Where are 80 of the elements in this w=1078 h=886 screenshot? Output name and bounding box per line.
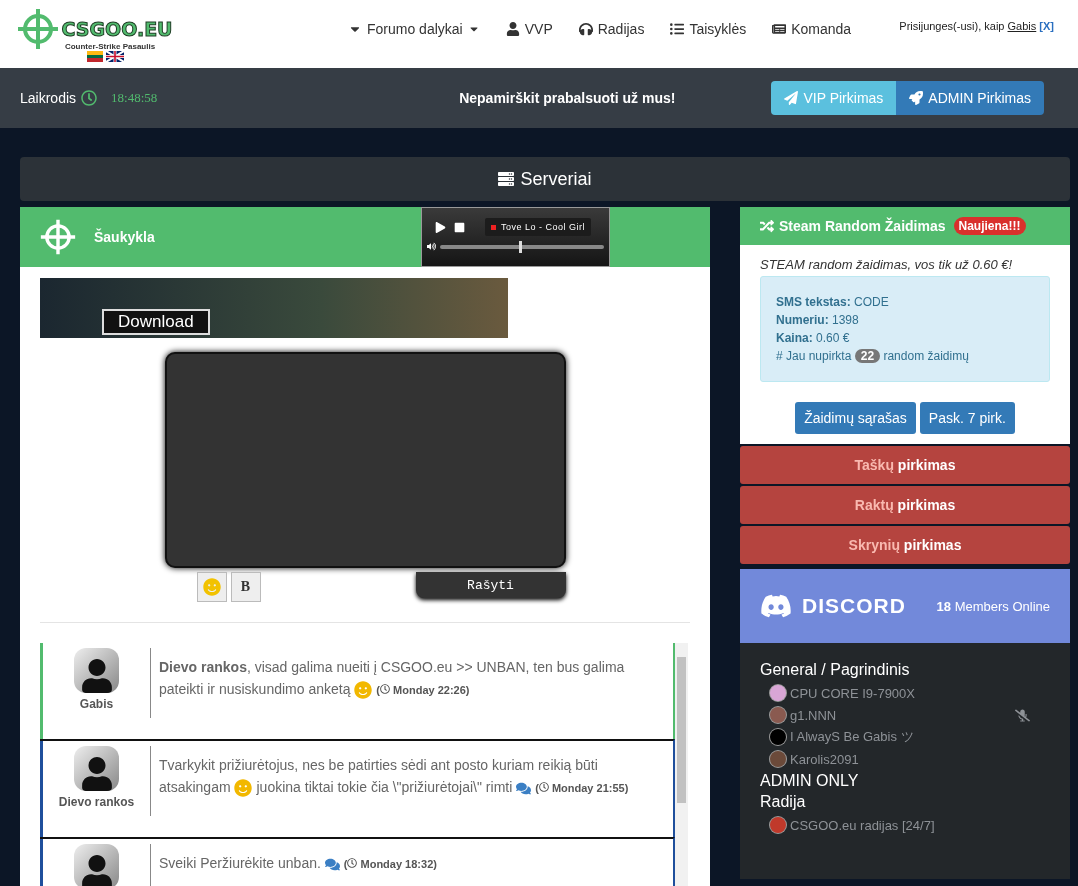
volume-thumb[interactable]	[519, 240, 523, 253]
crosshair-icon	[17, 8, 60, 50]
info-line: Kaina: 0.60 €	[776, 330, 851, 347]
logo-subtitle: Counter-Strike Pasaulis	[64, 42, 156, 51]
author-name: Gabis	[79, 697, 114, 711]
stop-icon[interactable]	[454, 221, 465, 233]
clock-time: 18:48:58	[111, 90, 158, 106]
rocket-icon	[909, 91, 924, 105]
clock-icon	[81, 90, 98, 106]
submit-button[interactable]: Rašyti	[415, 572, 566, 598]
banner-label: Download	[102, 309, 210, 335]
nav-link[interactable]: VVP	[505, 21, 553, 37]
message-text: Tvarkykit prižiurėtojus, nes be patirties sėdi ant posto kuriam reikią būti atsakingam juokina tiktai tokie čia \"prižiurėtojai\" rimti ( Monday 21:55)	[151, 746, 673, 832]
download-banner[interactable]: Download	[40, 278, 508, 338]
nav-link[interactable]: Komanda	[772, 21, 852, 37]
channel-name[interactable]: Radija	[760, 793, 1050, 811]
member-name: CPU CORE I9-7900X	[790, 685, 915, 701]
author-name: Dievo rankos	[58, 795, 135, 809]
lithuania-flag-icon[interactable]	[86, 51, 103, 62]
clock-label: Laikrodis	[20, 90, 77, 106]
headphones-icon	[578, 22, 593, 36]
speech-bubbles-icon	[324, 856, 340, 872]
volume-icon	[427, 242, 436, 251]
member-name: g1.NNN	[790, 707, 837, 723]
info-line: # Jau nupirkta	[776, 349, 853, 363]
shop-button[interactable]: Taškų pirkimas	[740, 446, 1070, 484]
newspaper-icon	[772, 22, 787, 36]
steam-button[interactable]: Žaidimų sąrašas	[795, 402, 916, 434]
nav-link[interactable]: Forumo dalykai	[348, 21, 480, 37]
channel-name[interactable]: General / Pagrindinis	[760, 661, 1050, 679]
member-name: CSGOO.eu radijas [24/7]	[790, 817, 935, 833]
avatar-silhouette	[74, 844, 119, 886]
message-text: Sveiki Peržiurėkite unban. ( Monday 18:32)	[158, 854, 438, 874]
crosshair-icon	[40, 219, 76, 255]
clock-icon	[347, 858, 358, 868]
new-badge: Naujiena!!!	[953, 217, 1026, 235]
scrollbar[interactable]	[675, 643, 688, 886]
purchase-button[interactable]: ADMIN Pirkimas	[896, 81, 1044, 115]
shuffle-icon	[760, 219, 774, 233]
shoutbox-title: Šaukykla	[94, 229, 155, 245]
user-icon	[505, 22, 520, 36]
username-link[interactable]: Gabis	[1007, 20, 1037, 32]
track-title: Tove Lo - Cool Girl	[485, 218, 592, 236]
member-name: I AlwayS Be Gabis ツ	[790, 728, 914, 746]
channel-name[interactable]: ADMIN ONLY	[760, 772, 1050, 790]
message-text: Dievo rankos, visad galima nueiti į CSGOO.eu >> UNBAN, ten bus galima pateikti ir nusiskundimo anketą ( Monday 22:26)	[151, 648, 673, 734]
servers-bar[interactable]: Serveriai	[20, 157, 1070, 201]
clock-icon	[538, 782, 549, 792]
member-name: Karolis2091	[790, 751, 859, 767]
nav-link[interactable]: Radijas	[578, 21, 645, 37]
server-icon	[498, 171, 515, 187]
logo-title: CSGOO.EU	[61, 19, 173, 39]
avatar-silhouette	[74, 746, 119, 791]
info-line: random žaidimų	[882, 349, 969, 363]
list-icon	[670, 22, 685, 36]
steam-intro: STEAM random žaidimas, vos tik už 0.60 €!	[759, 256, 1014, 274]
info-line: SMS tekstas: CODE	[776, 294, 890, 311]
vote-reminder: Nepamirškit prabalsuoti už mus!	[459, 90, 676, 106]
message-input[interactable]	[164, 352, 566, 568]
shop-button[interactable]: Raktų pirkimas	[740, 486, 1070, 524]
shop-button[interactable]: Skrynių pirkimas	[740, 526, 1070, 564]
steam-button[interactable]: Pask. 7 pirk.	[919, 402, 1015, 434]
paper-plane-icon	[784, 91, 799, 105]
grin-emoji-icon	[234, 779, 253, 798]
logout-link[interactable]: [X]	[1039, 20, 1054, 32]
play-icon[interactable]	[435, 221, 446, 233]
login-status: Prisijunges(-usi), kaip	[899, 20, 1006, 32]
nav-link[interactable]: Taisyklės	[670, 21, 747, 37]
grin-emoji-icon	[354, 681, 373, 700]
info-line: Numeriu: 1398	[776, 312, 860, 329]
smiley-icon	[202, 578, 221, 596]
avatar-silhouette	[74, 648, 119, 693]
steam-title: Steam Random Žaidimas	[779, 218, 946, 234]
uk-flag-icon[interactable]	[105, 51, 124, 62]
bold-button[interactable]: B	[230, 572, 261, 602]
members-online: 18 Members Online	[936, 598, 1050, 614]
count-badge: 22	[854, 349, 881, 363]
discord-wordmark: DISCORD	[802, 594, 906, 618]
clock-icon	[380, 684, 390, 694]
speech-bubbles-icon	[516, 780, 532, 796]
